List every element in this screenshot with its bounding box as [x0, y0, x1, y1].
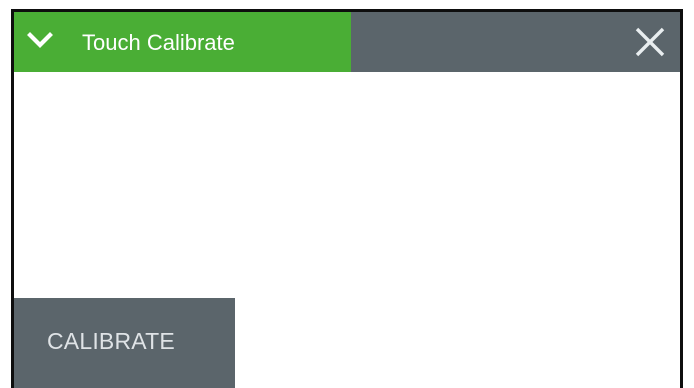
- window-title: Touch Calibrate: [82, 30, 235, 55]
- close-icon: [635, 27, 665, 57]
- collapse-toggle[interactable]: Touch Calibrate: [14, 12, 351, 72]
- title-bar: Touch Calibrate: [14, 12, 680, 72]
- chevron-down-icon: [27, 32, 53, 48]
- close-button[interactable]: [620, 12, 680, 72]
- calibrate-button-label: CALIBRATE: [47, 328, 175, 354]
- calibrate-button[interactable]: CALIBRATE: [14, 298, 235, 388]
- touch-calibrate-window: Touch Calibrate CALIBRATE: [11, 9, 683, 388]
